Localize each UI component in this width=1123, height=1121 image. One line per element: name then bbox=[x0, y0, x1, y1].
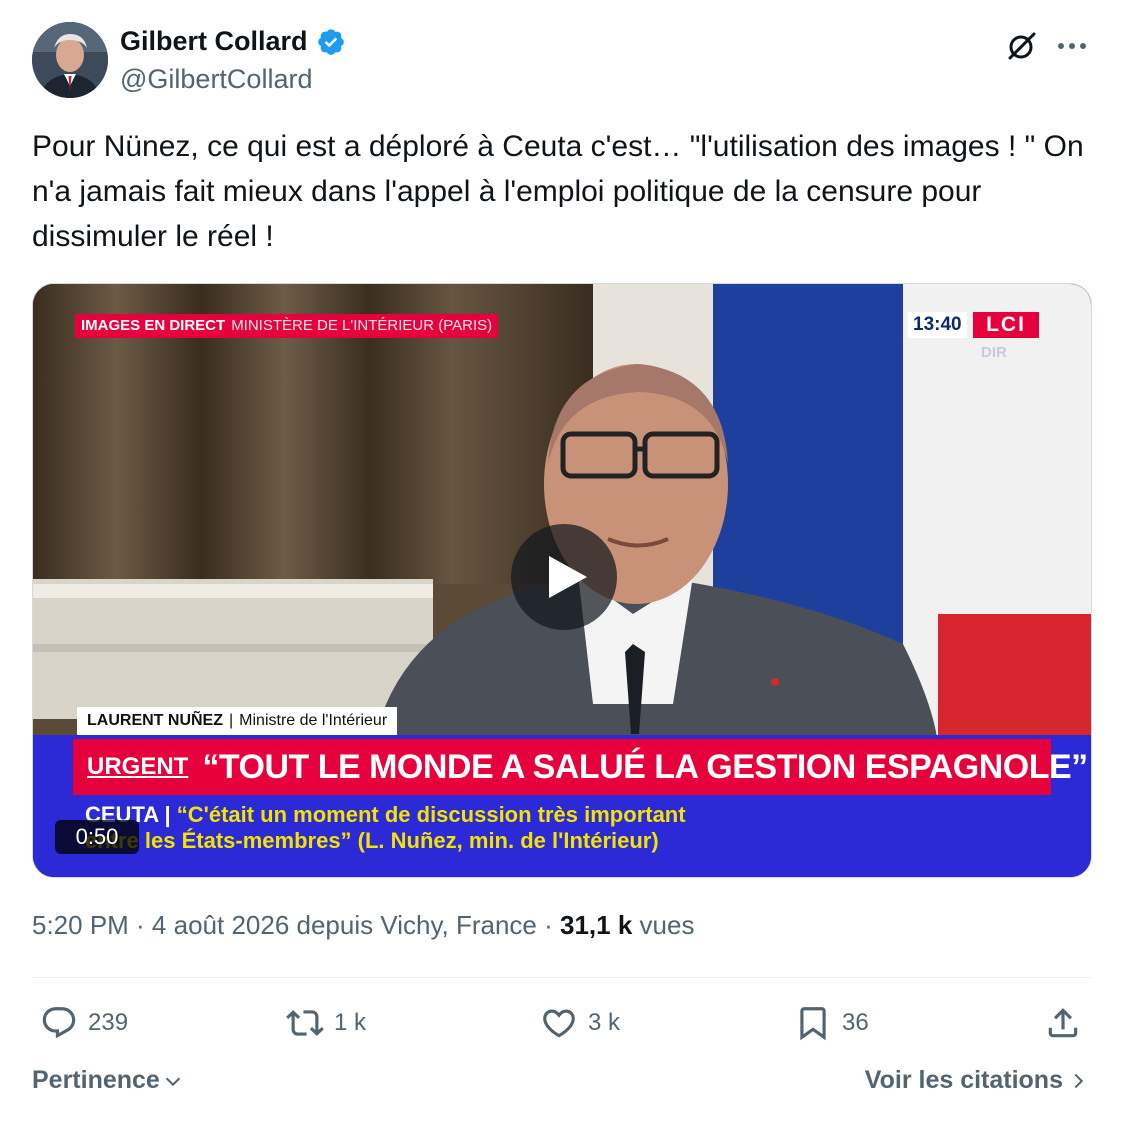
share-icon bbox=[1048, 1008, 1078, 1038]
quotes-link-label: Voir les citations bbox=[864, 1066, 1063, 1094]
chevron-right-icon bbox=[1074, 1073, 1084, 1088]
timestamp-location[interactable]: 5:20 PM · 4 août 2026 depuis Vichy, Fran… bbox=[32, 910, 553, 940]
share-button[interactable] bbox=[1044, 1000, 1082, 1046]
tweet-header: Gilbert Collard @GilbertCollard bbox=[32, 22, 1092, 100]
divider bbox=[32, 977, 1092, 978]
speaker-separator: | bbox=[229, 712, 234, 729]
bookmark-icon bbox=[800, 1007, 826, 1041]
urgent-headline: “TOUT LE MONDE A SALUÉ LA GESTION ESPAGN… bbox=[202, 747, 1088, 786]
views-label: vues bbox=[639, 910, 695, 940]
reply-button[interactable]: 239 bbox=[40, 1000, 128, 1046]
like-count: 3 k bbox=[588, 1009, 621, 1036]
play-button[interactable] bbox=[511, 524, 617, 630]
ticker-line-2: entre les États-membres” (L. Nuñez, min.… bbox=[85, 828, 659, 853]
location-tag-label: MINISTÈRE DE L'INTÉRIEUR (PARIS) bbox=[231, 317, 493, 334]
repost-icon bbox=[286, 1010, 324, 1036]
avatar-portrait bbox=[32, 22, 108, 98]
live-tag: IMAGES EN DIRECT MINISTÈRE DE L'INTÉRIEU… bbox=[75, 314, 499, 338]
news-ticker: CEUTA | “C'était un moment de discussion… bbox=[85, 802, 686, 854]
author-handle[interactable]: @GilbertCollard bbox=[120, 64, 312, 95]
sort-label: Pertinence bbox=[32, 1066, 160, 1094]
broadcast-clock: 13:40 bbox=[908, 312, 967, 338]
play-icon bbox=[549, 556, 587, 598]
tweet-text: Pour Nünez, ce qui est a déploré à Ceuta… bbox=[32, 130, 1084, 253]
video-player[interactable]: IMAGES EN DIRECT MINISTÈRE DE L'INTÉRIEU… bbox=[32, 283, 1092, 878]
author-display-name[interactable]: Gilbert Collard bbox=[120, 26, 308, 57]
verified-badge-icon bbox=[317, 28, 344, 55]
quotes-link[interactable]: Voir les citations bbox=[865, 1066, 1087, 1095]
avatar[interactable] bbox=[32, 22, 108, 98]
more-options-icon[interactable] bbox=[1054, 28, 1090, 64]
chevron-down-icon bbox=[165, 1077, 180, 1086]
video-duration: 0:50 bbox=[55, 820, 139, 854]
bookmark-button[interactable]: 36 bbox=[794, 1000, 869, 1046]
reply-count: 239 bbox=[88, 1009, 129, 1036]
channel-logo: LCI bbox=[973, 312, 1039, 338]
urgent-banner: URGENT “TOUT LE MONDE A SALUÉ LA GESTION… bbox=[73, 739, 1088, 795]
reply-icon bbox=[42, 1007, 76, 1039]
like-button[interactable]: 3 k bbox=[540, 1000, 620, 1046]
speaker-name-plate: LAURENT NUÑEZ | Ministre de l'Intérieur bbox=[77, 707, 398, 735]
bookmark-count: 36 bbox=[842, 1009, 869, 1036]
grok-icon[interactable] bbox=[1004, 28, 1040, 64]
channel-sub-label: DIR bbox=[981, 344, 1007, 361]
action-bar: 239 1 k 3 k 36 bbox=[32, 1000, 1092, 1046]
views-count: 31,1 k bbox=[560, 910, 633, 940]
repost-count: 1 k bbox=[334, 1009, 367, 1036]
heart-icon bbox=[543, 1009, 575, 1038]
urgent-label: URGENT bbox=[87, 753, 189, 780]
ticker-line-1: “C'était un moment de discussion très im… bbox=[176, 802, 686, 827]
speaker-name: LAURENT NUÑEZ bbox=[87, 712, 223, 729]
speaker-title: Ministre de l'Intérieur bbox=[239, 712, 388, 729]
live-tag-label: IMAGES EN DIRECT bbox=[81, 317, 226, 334]
repost-button[interactable]: 1 k bbox=[286, 1000, 366, 1046]
tweet-metadata: 5:20 PM · 4 août 2026 depuis Vichy, Fran… bbox=[32, 910, 694, 941]
sort-dropdown[interactable]: Pertinence bbox=[32, 1066, 184, 1095]
